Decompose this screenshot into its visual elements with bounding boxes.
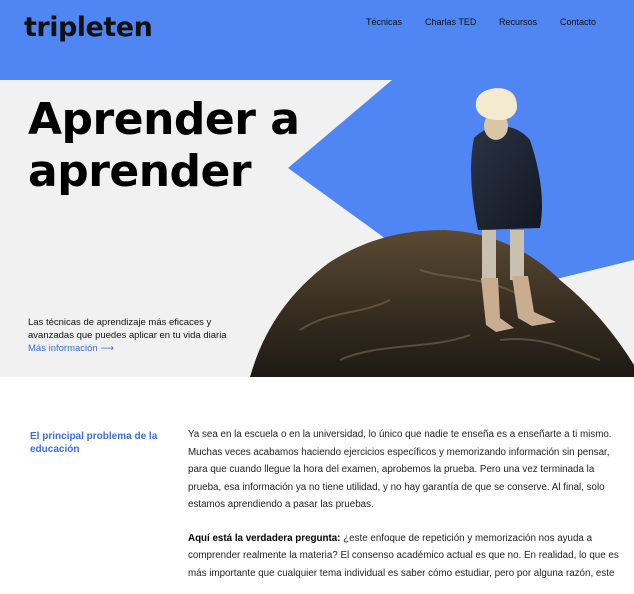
text-line: Aquí está la verdadera pregunta: ¿este e… [188, 530, 628, 548]
text-fragment: ¿este enfoque de repetición y memorizaci… [340, 532, 593, 544]
nav-item-contacto[interactable]: Contacto [560, 17, 596, 27]
hero-section: Aprender a aprender Las técnicas de apre… [0, 80, 634, 377]
section-heading-line: El principal problema de la [30, 431, 158, 442]
logo[interactable]: tripleten [24, 12, 153, 43]
more-info-label: Más información [28, 343, 98, 354]
hero-desc-line: avanzadas que puedes aplicar en tu vida … [28, 329, 227, 341]
nav-item-recursos[interactable]: Recursos [499, 17, 537, 27]
site-header: tripleten Técnicas Charlas TED Recursos … [0, 0, 634, 80]
text-line: Ya sea en la escuela o en la universidad… [188, 429, 612, 440]
text-line: prueba, esa información ya no tiene util… [188, 481, 605, 493]
hero-desc-line: Las técnicas de aprendizaje más eficaces… [28, 317, 212, 328]
paragraph-2: Aquí está la verdadera pregunta: ¿este e… [188, 530, 628, 583]
paragraph-1: Ya sea en la escuela o en la universidad… [188, 426, 628, 514]
text-line: para que cuando llegue la hora del exame… [188, 464, 595, 475]
text-line: Muchas veces acabamos haciendo ejercicio… [188, 446, 610, 458]
hero-description: Las técnicas de aprendizaje más eficaces… [28, 317, 228, 342]
section-heading: El principal problema de la educación [30, 430, 170, 456]
text-line: comprender realmente la materia? El cons… [188, 550, 619, 561]
hero-title-line: Aprender a [28, 94, 300, 145]
article-body: Ya sea en la escuela o en la universidad… [188, 426, 628, 582]
arrow-right-icon: ⟶ [100, 343, 114, 354]
text-line: estamos aprendiendo a pasar las pruebas. [188, 499, 374, 510]
nav-item-charlas-ted[interactable]: Charlas TED [425, 17, 476, 27]
section-heading-line: educación [30, 444, 80, 455]
nav-item-tecnicas[interactable]: Técnicas [366, 17, 402, 27]
more-info-link[interactable]: Más información ⟶ [28, 343, 114, 354]
hero-title-line: aprender [28, 146, 252, 197]
hero-title: Aprender a aprender [28, 94, 300, 198]
bold-lead: Aquí está la verdadera pregunta: [188, 532, 341, 544]
text-line: más importante que cualquier tema indivi… [188, 567, 615, 579]
